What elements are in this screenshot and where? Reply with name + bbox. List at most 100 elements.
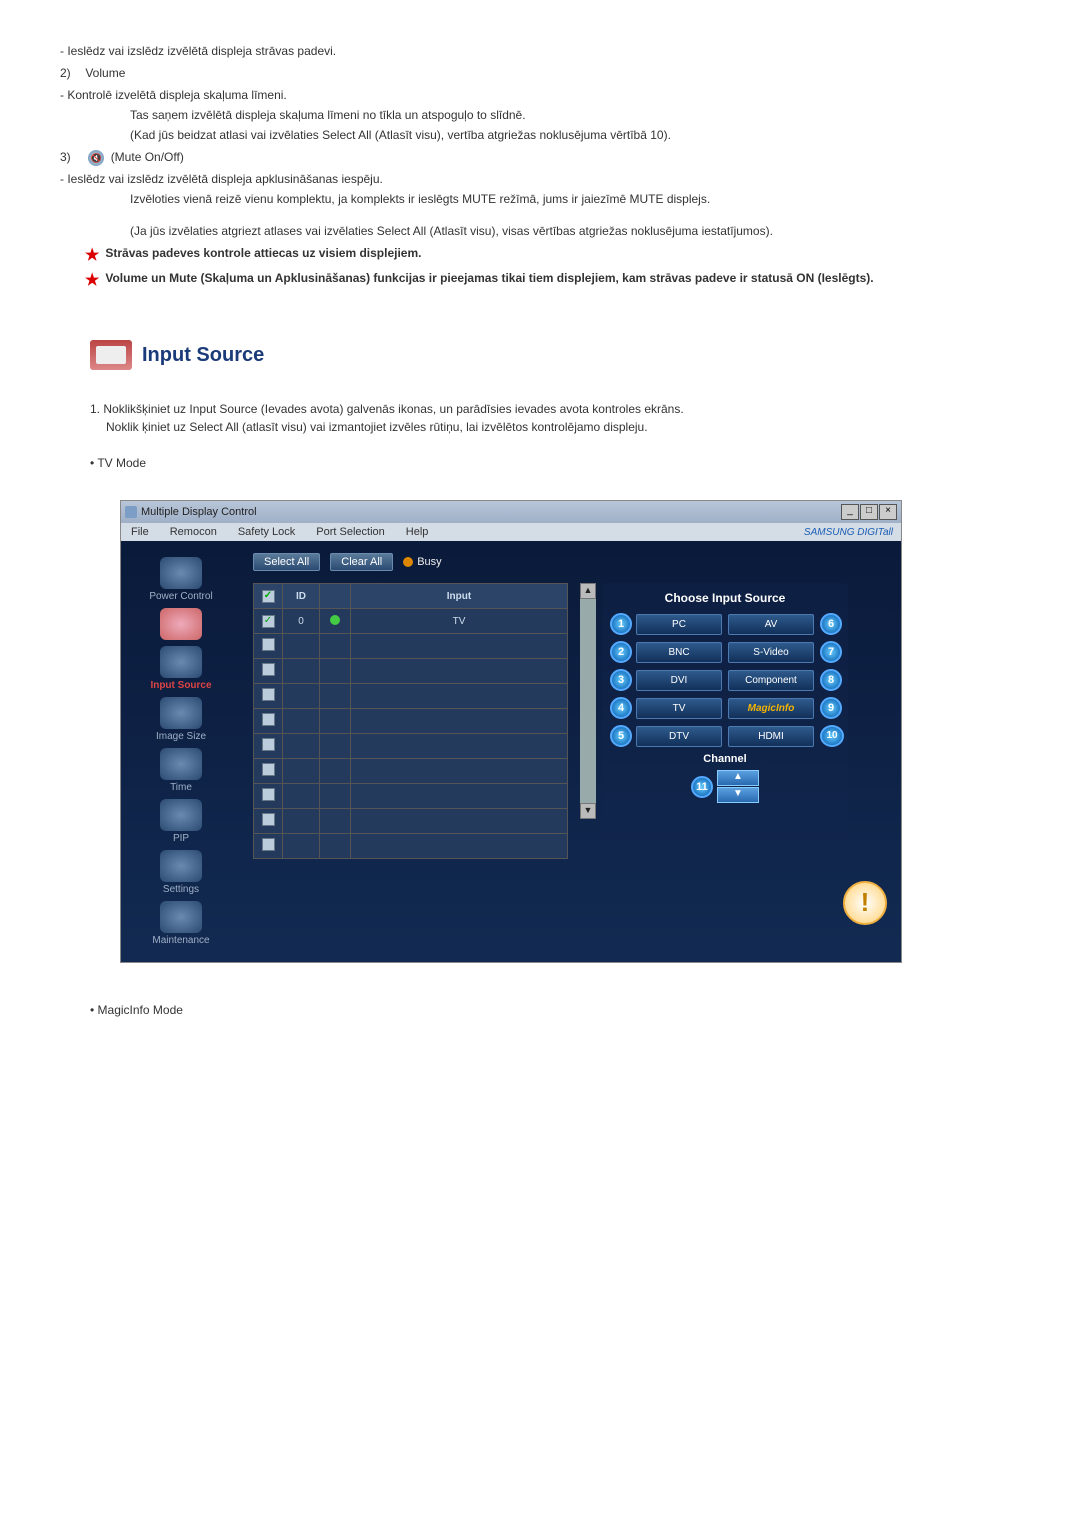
image-size-icon: [160, 697, 202, 729]
maintenance-icon: [160, 901, 202, 933]
menu-port-selection[interactable]: Port Selection: [306, 523, 395, 541]
input-svideo-button[interactable]: S-Video: [728, 642, 814, 663]
mute-line1: - Ieslēdz vai izslēdz izvēlētā displeja …: [60, 170, 1020, 188]
table-row[interactable]: [254, 634, 568, 659]
row-checkbox[interactable]: [262, 615, 275, 628]
row-checkbox[interactable]: [262, 838, 275, 851]
row-checkbox[interactable]: [262, 763, 275, 776]
sidebar-item-label: Time: [121, 782, 241, 793]
table-row[interactable]: [254, 784, 568, 809]
info-icon[interactable]: !: [843, 881, 887, 925]
maximize-button[interactable]: □: [860, 504, 878, 520]
input-dvi-button[interactable]: DVI: [636, 670, 722, 691]
busy-dot-icon: [403, 557, 413, 567]
input-pc-button[interactable]: PC: [636, 614, 722, 635]
sidebar-item-image-size[interactable]: Image Size: [121, 697, 241, 742]
tv-mode-bullet: • TV Mode: [90, 456, 1020, 470]
power-desc-line: - Ieslēdz vai izslēdz izvēlētā displeja …: [60, 42, 1020, 60]
section-icon: [90, 340, 132, 370]
scroll-down-icon[interactable]: ▼: [580, 803, 596, 819]
menu-file[interactable]: File: [121, 523, 160, 541]
close-button[interactable]: ×: [879, 504, 897, 520]
input-source-icon: [160, 646, 202, 678]
channel-label: Channel: [610, 753, 840, 765]
menu-remocon[interactable]: Remocon: [160, 523, 228, 541]
row-checkbox[interactable]: [262, 813, 275, 826]
sidebar-item-remote[interactable]: [121, 608, 241, 640]
toolbar: Select All Clear All Busy: [241, 541, 901, 579]
sidebar-item-input-source[interactable]: Input Source: [121, 646, 241, 691]
row-input: TV: [351, 609, 568, 634]
bottom-bar: !: [241, 871, 901, 939]
sidebar-item-label: Input Source: [121, 680, 241, 691]
sidebar-item-label: Settings: [121, 884, 241, 895]
magicinfo-mode-bullet: • MagicInfo Mode: [90, 1003, 1020, 1017]
channel-box: Channel 11 ▲ ▼: [610, 753, 840, 804]
table-row[interactable]: [254, 659, 568, 684]
step1-b: Noklik ķiniet uz Select All (atlasīt vis…: [106, 418, 648, 436]
star-note-1: ★ Strāvas padeves kontrole attiecas uz v…: [85, 246, 1020, 265]
row-checkbox[interactable]: [262, 688, 275, 701]
row-checkbox[interactable]: [262, 738, 275, 751]
mute-icon: 🔇: [88, 150, 104, 166]
grid-scrollbar[interactable]: ▲ ▼: [580, 583, 596, 819]
sidebar-item-power-control[interactable]: Power Control: [121, 557, 241, 602]
settings-icon: [160, 850, 202, 882]
minimize-button[interactable]: _: [841, 504, 859, 520]
star2-text: Volume un Mute (Skaļuma un Apklusināšana…: [105, 271, 873, 290]
sidebar-item-label: PIP: [121, 833, 241, 844]
table-row[interactable]: [254, 734, 568, 759]
app-screenshot: Multiple Display Control _ □ × File Remo…: [120, 500, 1020, 963]
grid-header-row: ID Input: [254, 584, 568, 609]
input-hdmi-button[interactable]: HDMI: [728, 726, 814, 747]
main-panel: Select All Clear All Busy ID: [241, 541, 901, 962]
volume-line1: - Kontrolē izvelētā displeja skaļuma līm…: [60, 86, 1020, 104]
row-checkbox[interactable]: [262, 788, 275, 801]
channel-up-button[interactable]: ▲: [717, 770, 759, 786]
sidebar-item-settings[interactable]: Settings: [121, 850, 241, 895]
choose-input-title: Choose Input Source: [610, 591, 840, 605]
check-all-checkbox[interactable]: [262, 590, 275, 603]
input-magicinfo-button[interactable]: MagicInfo: [728, 698, 814, 719]
section-title: Input Source: [142, 344, 264, 367]
select-all-button[interactable]: Select All: [253, 553, 320, 571]
callout-2: 2: [610, 641, 632, 663]
scroll-up-icon[interactable]: ▲: [580, 583, 596, 599]
input-bnc-button[interactable]: BNC: [636, 642, 722, 663]
grid-header-input: Input: [351, 584, 568, 609]
menu-help[interactable]: Help: [396, 523, 440, 541]
display-grid: ID Input 0 TV: [253, 583, 568, 859]
menu-bar: File Remocon Safety Lock Port Selection …: [121, 523, 901, 541]
step-1: 1. Noklikšķiniet uz Input Source (Ievade…: [90, 400, 1020, 436]
table-row[interactable]: [254, 759, 568, 784]
sidebar-item-label: Maintenance: [121, 935, 241, 946]
volume-item-row: 2) Volume: [60, 64, 1020, 82]
table-row[interactable]: [254, 809, 568, 834]
volume-line2: Tas saņem izvēlētā displeja skaļuma līme…: [130, 106, 1020, 124]
row-checkbox[interactable]: [262, 638, 275, 651]
title-bar: Multiple Display Control _ □ ×: [121, 501, 901, 523]
grid-header-id: ID: [283, 584, 320, 609]
menu-safety-lock[interactable]: Safety Lock: [228, 523, 306, 541]
row-checkbox[interactable]: [262, 663, 275, 676]
volume-label: Volume: [85, 66, 125, 80]
table-row[interactable]: [254, 834, 568, 859]
input-av-button[interactable]: AV: [728, 614, 814, 635]
volume-line3: (Kad jūs beidzat atlasi vai izvēlaties S…: [130, 126, 1020, 144]
input-dtv-button[interactable]: DTV: [636, 726, 722, 747]
input-component-button[interactable]: Component: [728, 670, 814, 691]
sidebar-item-time[interactable]: Time: [121, 748, 241, 793]
clear-all-button[interactable]: Clear All: [330, 553, 393, 571]
callout-7: 7: [820, 641, 842, 663]
row-checkbox[interactable]: [262, 713, 275, 726]
sidebar-item-maintenance[interactable]: Maintenance: [121, 901, 241, 946]
input-tv-button[interactable]: TV: [636, 698, 722, 719]
table-row[interactable]: [254, 684, 568, 709]
table-row[interactable]: [254, 709, 568, 734]
callout-5: 5: [610, 725, 632, 747]
table-row[interactable]: 0 TV: [254, 609, 568, 634]
star-icon: ★: [85, 246, 99, 265]
channel-down-button[interactable]: ▼: [717, 787, 759, 803]
row-id: 0: [283, 609, 320, 634]
sidebar-item-pip[interactable]: PIP: [121, 799, 241, 844]
